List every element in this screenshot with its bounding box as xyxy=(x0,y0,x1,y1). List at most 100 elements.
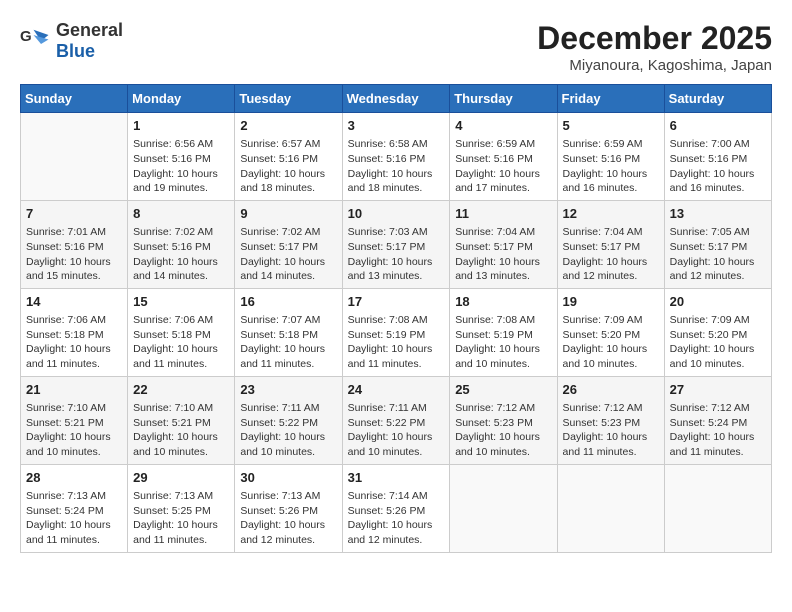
calendar-cell: 24 Sunrise: 7:11 AM Sunset: 5:22 PM Dayli… xyxy=(342,376,450,464)
day-info: Sunrise: 7:12 AM Sunset: 5:23 PM Dayligh… xyxy=(563,401,659,460)
calendar-cell: 25Sunrise: 7:12 AM Sunset: 5:23 PM Dayli… xyxy=(450,376,557,464)
day-number: 31 xyxy=(348,469,445,487)
day-number: 19 xyxy=(563,293,659,311)
weekday-header-monday: Monday xyxy=(128,85,235,113)
day-number: 3 xyxy=(348,117,445,135)
day-info: Sunrise: 6:56 AM Sunset: 5:16 PM Dayligh… xyxy=(133,137,229,196)
day-number: 12 xyxy=(563,205,659,223)
day-number: 15 xyxy=(133,293,229,311)
weekday-row: SundayMondayTuesdayWednesdayThursdayFrid… xyxy=(21,85,772,113)
day-info: Sunrise: 7:14 AM Sunset: 5:26 PM Dayligh… xyxy=(348,489,445,548)
calendar-cell: 19 Sunrise: 7:09 AM Sunset: 5:20 PM Dayli… xyxy=(557,288,664,376)
calendar-cell xyxy=(21,113,128,201)
week-row-5: 28Sunrise: 7:13 AM Sunset: 5:24 PM Dayli… xyxy=(21,464,772,552)
day-info: Sunrise: 6:59 AM Sunset: 5:16 PM Dayligh… xyxy=(563,137,659,196)
calendar-cell: 17Sunrise: 7:08 AM Sunset: 5:19 PM Dayli… xyxy=(342,288,450,376)
day-number: 9 xyxy=(240,205,336,223)
weekday-header-tuesday: Tuesday xyxy=(235,85,342,113)
weekday-header-friday: Friday xyxy=(557,85,664,113)
day-info: Sunrise: 6:59 AM Sunset: 5:16 PM Dayligh… xyxy=(455,137,551,196)
weekday-header-thursday: Thursday xyxy=(450,85,557,113)
logo-icon: G xyxy=(20,26,50,56)
calendar-cell xyxy=(450,464,557,552)
day-number: 29 xyxy=(133,469,229,487)
calendar-header: SundayMondayTuesdayWednesdayThursdayFrid… xyxy=(21,85,772,113)
week-row-4: 21Sunrise: 7:10 AM Sunset: 5:21 PM Dayli… xyxy=(21,376,772,464)
day-number: 8 xyxy=(133,205,229,223)
calendar-cell: 13 Sunrise: 7:05 AM Sunset: 5:17 PM Dayli… xyxy=(664,200,771,288)
calendar-cell: 16 Sunrise: 7:07 AM Sunset: 5:18 PM Dayli… xyxy=(235,288,342,376)
calendar-cell: 22 Sunrise: 7:10 AM Sunset: 5:21 PM Dayli… xyxy=(128,376,235,464)
calendar-table: SundayMondayTuesdayWednesdayThursdayFrid… xyxy=(20,84,772,553)
day-number: 10 xyxy=(348,205,445,223)
day-number: 28 xyxy=(26,469,122,487)
day-info: Sunrise: 7:11 AM Sunset: 5:22 PM Dayligh… xyxy=(240,401,336,460)
day-number: 22 xyxy=(133,381,229,399)
calendar-cell xyxy=(557,464,664,552)
day-info: Sunrise: 7:10 AM Sunset: 5:21 PM Dayligh… xyxy=(133,401,229,460)
day-info: Sunrise: 7:01 AM Sunset: 5:16 PM Dayligh… xyxy=(26,225,122,284)
month-title: December 2025 xyxy=(537,20,772,57)
svg-text:G: G xyxy=(20,28,32,45)
week-row-3: 14 Sunrise: 7:06 AM Sunset: 5:18 PM Dayli… xyxy=(21,288,772,376)
day-number: 16 xyxy=(240,293,336,311)
page-header: G General Blue December 2025 Miyanoura, … xyxy=(20,20,772,74)
calendar-cell: 3Sunrise: 6:58 AM Sunset: 5:16 PM Daylig… xyxy=(342,113,450,201)
day-number: 18 xyxy=(455,293,551,311)
logo-text: General Blue xyxy=(56,20,123,62)
day-info: Sunrise: 7:12 AM Sunset: 5:23 PM Dayligh… xyxy=(455,401,551,460)
logo-general: General xyxy=(56,20,123,41)
day-info: Sunrise: 7:04 AM Sunset: 5:17 PM Dayligh… xyxy=(563,225,659,284)
calendar-cell: 15 Sunrise: 7:06 AM Sunset: 5:18 PM Dayli… xyxy=(128,288,235,376)
calendar-cell xyxy=(664,464,771,552)
logo-blue: Blue xyxy=(56,41,123,62)
calendar-cell: 26Sunrise: 7:12 AM Sunset: 5:23 PM Dayli… xyxy=(557,376,664,464)
day-number: 20 xyxy=(670,293,766,311)
calendar-cell: 7Sunrise: 7:01 AM Sunset: 5:16 PM Daylig… xyxy=(21,200,128,288)
day-number: 14 xyxy=(26,293,122,311)
day-info: Sunrise: 7:02 AM Sunset: 5:17 PM Dayligh… xyxy=(240,225,336,284)
day-number: 27 xyxy=(670,381,766,399)
calendar-cell: 11 Sunrise: 7:04 AM Sunset: 5:17 PM Dayli… xyxy=(450,200,557,288)
day-info: Sunrise: 7:04 AM Sunset: 5:17 PM Dayligh… xyxy=(455,225,551,284)
weekday-header-saturday: Saturday xyxy=(664,85,771,113)
calendar-cell: 14 Sunrise: 7:06 AM Sunset: 5:18 PM Dayli… xyxy=(21,288,128,376)
calendar-cell: 6 Sunrise: 7:00 AM Sunset: 5:16 PM Daylig… xyxy=(664,113,771,201)
location: Miyanoura, Kagoshima, Japan xyxy=(537,57,772,74)
day-info: Sunrise: 7:09 AM Sunset: 5:20 PM Dayligh… xyxy=(563,313,659,372)
calendar-cell: 12 Sunrise: 7:04 AM Sunset: 5:17 PM Dayli… xyxy=(557,200,664,288)
calendar-cell: 28Sunrise: 7:13 AM Sunset: 5:24 PM Dayli… xyxy=(21,464,128,552)
day-number: 30 xyxy=(240,469,336,487)
day-info: Sunrise: 7:10 AM Sunset: 5:21 PM Dayligh… xyxy=(26,401,122,460)
day-number: 11 xyxy=(455,205,551,223)
calendar-cell: 10Sunrise: 7:03 AM Sunset: 5:17 PM Dayli… xyxy=(342,200,450,288)
calendar-cell: 30Sunrise: 7:13 AM Sunset: 5:26 PM Dayli… xyxy=(235,464,342,552)
day-number: 13 xyxy=(670,205,766,223)
week-row-2: 7Sunrise: 7:01 AM Sunset: 5:16 PM Daylig… xyxy=(21,200,772,288)
calendar-body: 1 Sunrise: 6:56 AM Sunset: 5:16 PM Daylig… xyxy=(21,113,772,553)
calendar-cell: 21Sunrise: 7:10 AM Sunset: 5:21 PM Dayli… xyxy=(21,376,128,464)
day-info: Sunrise: 7:11 AM Sunset: 5:22 PM Dayligh… xyxy=(348,401,445,460)
day-info: Sunrise: 7:09 AM Sunset: 5:20 PM Dayligh… xyxy=(670,313,766,372)
calendar-cell: 18Sunrise: 7:08 AM Sunset: 5:19 PM Dayli… xyxy=(450,288,557,376)
day-info: Sunrise: 7:07 AM Sunset: 5:18 PM Dayligh… xyxy=(240,313,336,372)
calendar-cell: 23 Sunrise: 7:11 AM Sunset: 5:22 PM Dayli… xyxy=(235,376,342,464)
day-number: 4 xyxy=(455,117,551,135)
day-number: 23 xyxy=(240,381,336,399)
calendar-cell: 27Sunrise: 7:12 AM Sunset: 5:24 PM Dayli… xyxy=(664,376,771,464)
day-info: Sunrise: 7:06 AM Sunset: 5:18 PM Dayligh… xyxy=(26,313,122,372)
calendar-cell: 5 Sunrise: 6:59 AM Sunset: 5:16 PM Daylig… xyxy=(557,113,664,201)
day-info: Sunrise: 7:08 AM Sunset: 5:19 PM Dayligh… xyxy=(348,313,445,372)
day-number: 1 xyxy=(133,117,229,135)
day-info: Sunrise: 7:05 AM Sunset: 5:17 PM Dayligh… xyxy=(670,225,766,284)
day-info: Sunrise: 7:00 AM Sunset: 5:16 PM Dayligh… xyxy=(670,137,766,196)
day-info: Sunrise: 7:06 AM Sunset: 5:18 PM Dayligh… xyxy=(133,313,229,372)
weekday-header-wednesday: Wednesday xyxy=(342,85,450,113)
day-number: 2 xyxy=(240,117,336,135)
calendar-cell: 1 Sunrise: 6:56 AM Sunset: 5:16 PM Daylig… xyxy=(128,113,235,201)
day-number: 5 xyxy=(563,117,659,135)
day-number: 24 xyxy=(348,381,445,399)
calendar-cell: 8 Sunrise: 7:02 AM Sunset: 5:16 PM Daylig… xyxy=(128,200,235,288)
day-info: Sunrise: 7:02 AM Sunset: 5:16 PM Dayligh… xyxy=(133,225,229,284)
day-number: 6 xyxy=(670,117,766,135)
